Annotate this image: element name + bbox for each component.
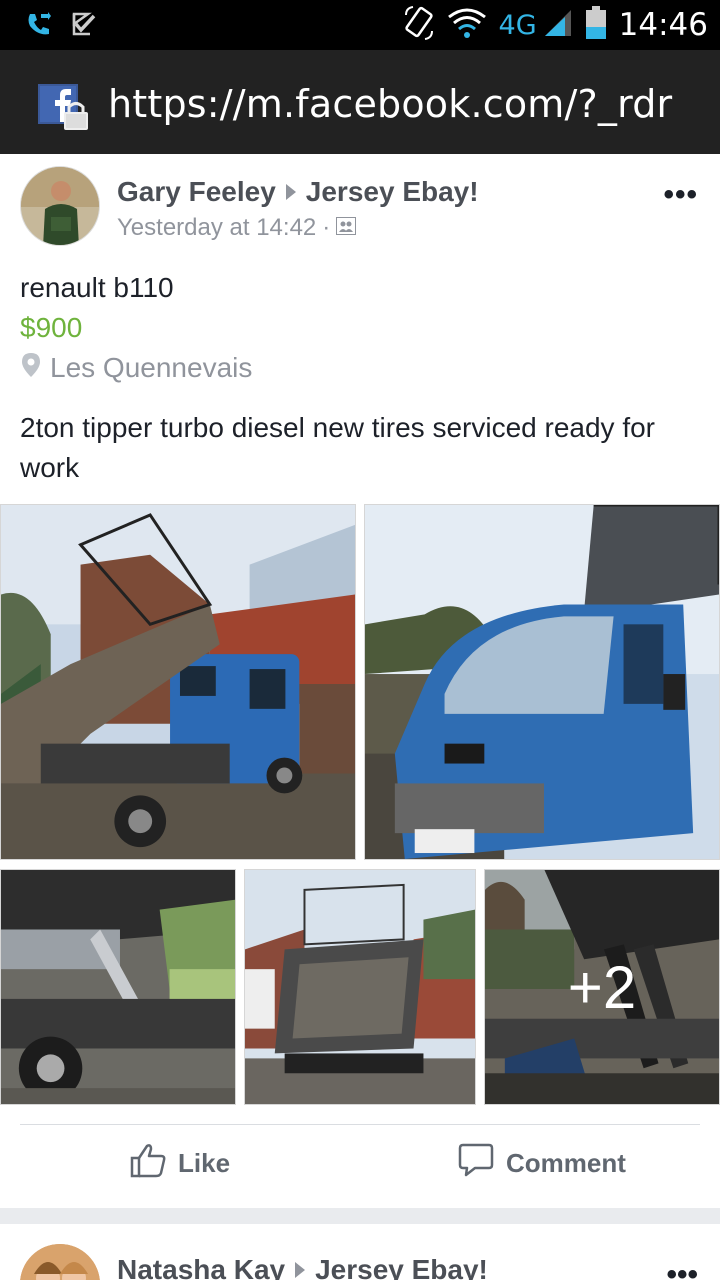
comment-label: Comment (506, 1148, 626, 1178)
group-name-link[interactable]: Jersey Ebay! (306, 176, 479, 208)
signal-icon (543, 8, 573, 43)
tipper-bed-rear-photo[interactable] (244, 869, 476, 1105)
tipper-underside-photo[interactable] (0, 869, 236, 1105)
post-timestamp[interactable]: Yesterday at 14:42 (117, 214, 316, 242)
status-clock: 14:46 (618, 7, 708, 43)
rotate-icon (403, 5, 435, 46)
checkbox-notification-icon (70, 10, 98, 43)
url-text[interactable]: https://m.facebook.com/?_rdr (108, 82, 672, 126)
post-meta: Yesterday at 14:42 · (117, 214, 357, 242)
marketplace-post: Gary Feeley Jersey Ebay! Yesterday at 14… (0, 154, 720, 1208)
like-button[interactable]: Like (130, 1142, 230, 1185)
like-label: Like (178, 1148, 231, 1178)
comment-button[interactable]: Comment (458, 1142, 626, 1185)
network-type-label: 4G (498, 9, 537, 41)
item-title: renault b110 (20, 272, 174, 303)
extra-photos-count[interactable]: +2 (485, 870, 719, 1104)
item-location-label: Les Quennevais (50, 352, 253, 383)
meta-separator: · (322, 214, 331, 241)
wifi-icon (447, 7, 487, 44)
item-description: 2ton tipper turbo diesel new tires servi… (20, 412, 655, 483)
post-author-line: Gary Feeley Jersey Ebay! (117, 176, 479, 208)
location-pin-icon (22, 352, 40, 384)
facebook-lock-icon (38, 82, 92, 132)
thumbs-up-icon (130, 1142, 166, 1185)
avatar[interactable] (20, 166, 100, 246)
truck-cab-front-photo[interactable] (364, 504, 720, 860)
group-audience-icon (336, 214, 357, 242)
chevron-right-icon (295, 1262, 306, 1278)
phone-sync-icon (24, 10, 52, 43)
author-name-link[interactable]: Natasha Kay (117, 1254, 285, 1280)
chevron-right-icon (285, 184, 296, 200)
author-name-link[interactable]: Gary Feeley (117, 176, 276, 208)
browser-url-bar[interactable]: https://m.facebook.com/?_rdr (0, 50, 720, 154)
tipper-hydraulics-photo[interactable]: +2 (484, 869, 720, 1105)
comment-bubble-icon (458, 1142, 494, 1185)
status-bar: 4G 14:46 (0, 0, 720, 50)
item-location: Les Quennevais (22, 352, 252, 384)
battery-icon (585, 5, 607, 45)
post-author-line: Natasha Kay Jersey Ebay! (117, 1254, 488, 1280)
tipper-truck-raised-photo[interactable] (0, 504, 356, 860)
avatar[interactable] (20, 1244, 100, 1280)
post-more-button[interactable]: ••• (666, 1258, 698, 1280)
group-name-link[interactable]: Jersey Ebay! (315, 1254, 488, 1280)
item-price: $900 (20, 312, 83, 343)
next-post: Natasha Kay Jersey Ebay! ••• (0, 1224, 720, 1280)
post-more-button[interactable]: ••• (663, 178, 698, 212)
actions-divider (20, 1124, 700, 1125)
